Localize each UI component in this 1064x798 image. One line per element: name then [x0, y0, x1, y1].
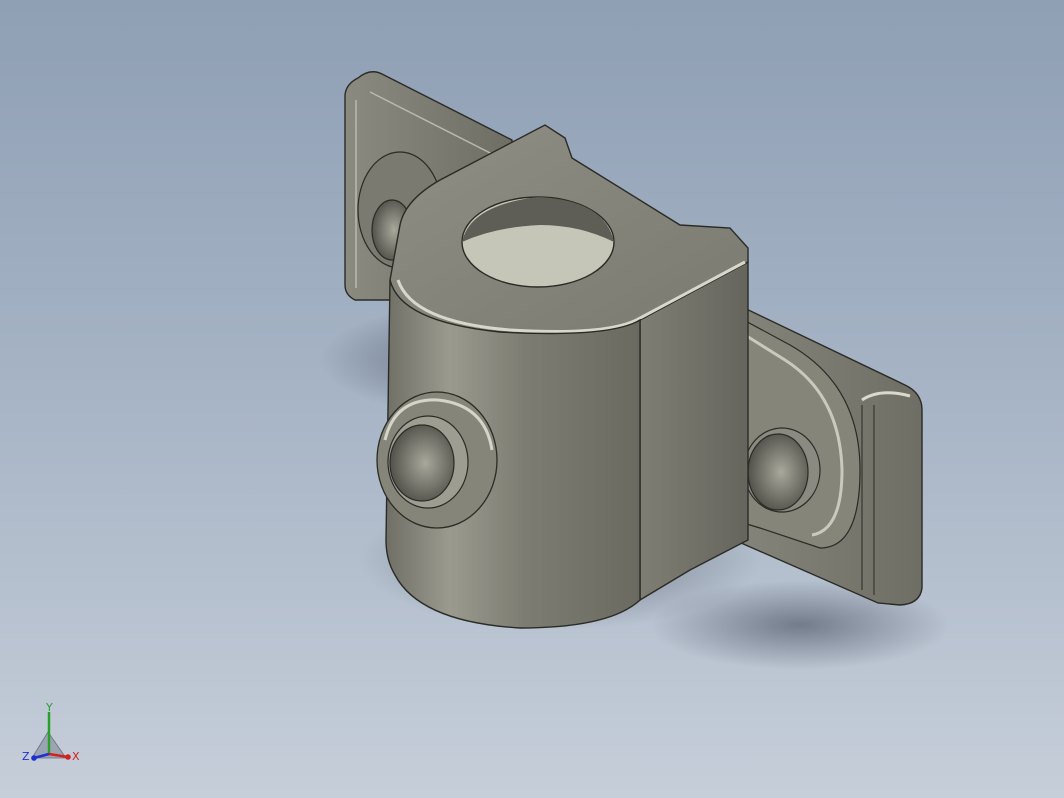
x-axis-end-icon [65, 754, 71, 760]
y-axis-label: Y [45, 702, 53, 714]
graphics-viewport[interactable]: Y X Z [0, 0, 1064, 798]
orientation-triad[interactable]: Y X Z [18, 702, 88, 772]
z-axis-label: Z [22, 750, 30, 763]
3d-model-view[interactable] [0, 0, 1064, 798]
z-axis-end-icon [31, 755, 37, 761]
x-axis-label: X [72, 750, 80, 763]
top-bore-hole[interactable] [461, 196, 615, 288]
side-bore-hole[interactable] [376, 391, 498, 529]
